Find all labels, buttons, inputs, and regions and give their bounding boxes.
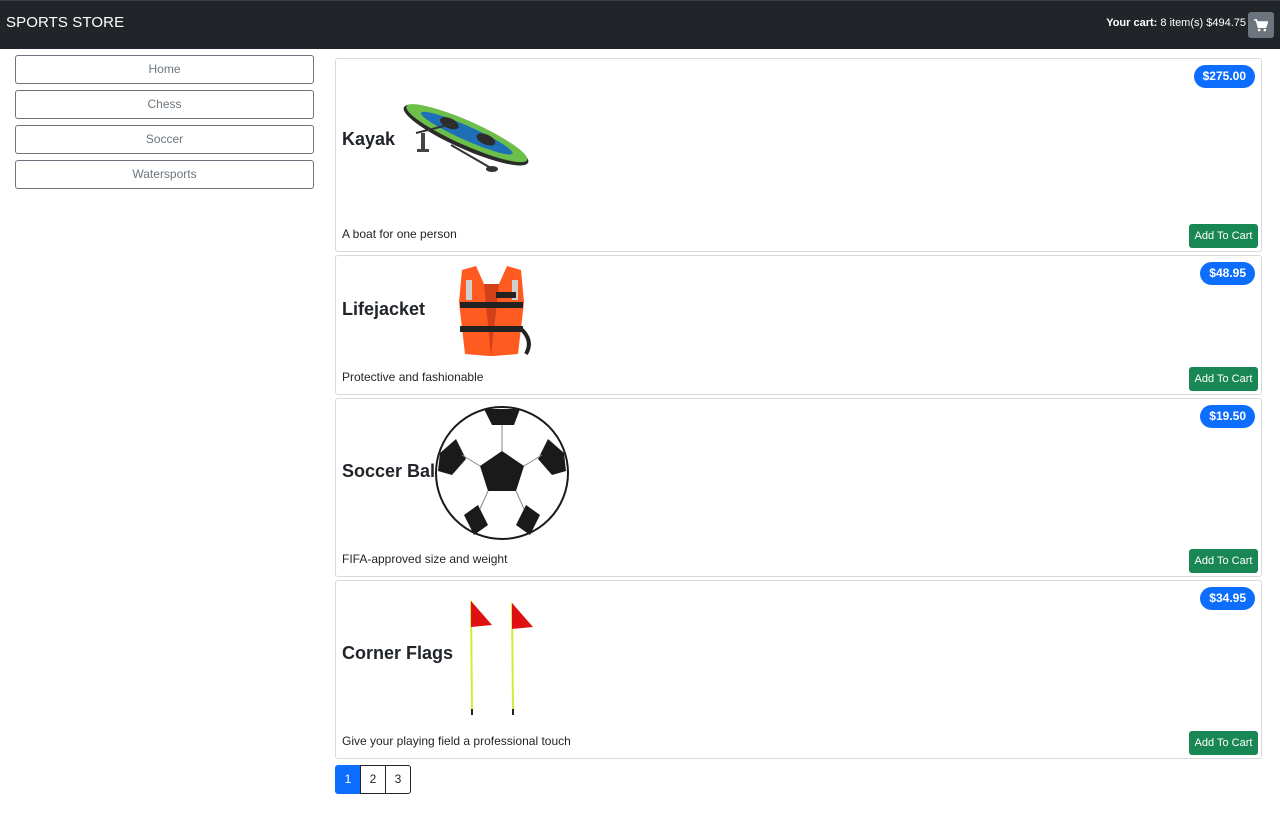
price-badge: $275.00 <box>1193 65 1255 88</box>
category-button-soccer[interactable]: Soccer <box>15 125 314 154</box>
product-description: A boat for one person <box>342 227 457 241</box>
lifejacket-image <box>459 266 531 356</box>
add-to-cart-button[interactable]: Add To Cart <box>1189 367 1258 391</box>
cart-button[interactable] <box>1248 12 1274 38</box>
soccer-ball-image <box>435 406 569 540</box>
price-badge: $19.50 <box>1200 405 1255 428</box>
add-to-cart-button[interactable]: Add To Cart <box>1189 731 1258 755</box>
kayak-image <box>403 104 529 172</box>
cart-summary: Your cart: 8 item(s) $494.75 <box>1106 17 1246 29</box>
product-description: FIFA-approved size and weight <box>342 552 508 566</box>
pagination: 1 2 3 <box>335 765 411 794</box>
corner-flags-image <box>470 600 533 715</box>
product-description: Protective and fashionable <box>342 370 484 384</box>
category-sidebar: Home Chess Soccer Watersports <box>15 55 314 195</box>
page-button-3[interactable]: 3 <box>385 765 411 794</box>
brand-title: SPORTS STORE <box>6 14 125 31</box>
add-to-cart-button[interactable]: Add To Cart <box>1189 549 1258 573</box>
navbar: SPORTS STORE Your cart: 8 item(s) $494.7… <box>0 0 1280 49</box>
product-name: Lifejacket <box>342 299 426 319</box>
category-button-chess[interactable]: Chess <box>15 90 314 119</box>
product-name: Kayak <box>342 129 396 149</box>
page-button-2[interactable]: 2 <box>360 765 386 794</box>
product-description: Give your playing field a professional t… <box>342 734 571 748</box>
category-button-watersports[interactable]: Watersports <box>15 160 314 189</box>
product-card-soccer-ball: Soccer Ball $19.50 FIFA-approved size an… <box>335 398 1262 577</box>
product-card-kayak: Kayak $275.00 A boat for one person Add … <box>335 58 1262 252</box>
price-badge: $34.95 <box>1200 587 1255 610</box>
product-card-lifejacket: Lifejacket $48.95 Protective and fashion… <box>335 255 1262 395</box>
cart-label: Your cart: <box>1106 17 1158 29</box>
product-name: Corner Flags <box>342 643 454 663</box>
product-card-corner-flags: Corner Flags $34.95 Give your playing fi… <box>335 580 1262 759</box>
cart-icon <box>1254 18 1268 31</box>
category-button-home[interactable]: Home <box>15 55 314 84</box>
price-badge: $48.95 <box>1200 262 1255 285</box>
page-button-1[interactable]: 1 <box>335 765 361 794</box>
add-to-cart-button[interactable]: Add To Cart <box>1189 224 1258 248</box>
cart-details: 8 item(s) $494.75 <box>1160 17 1246 29</box>
product-name: Soccer Ball <box>342 461 441 481</box>
